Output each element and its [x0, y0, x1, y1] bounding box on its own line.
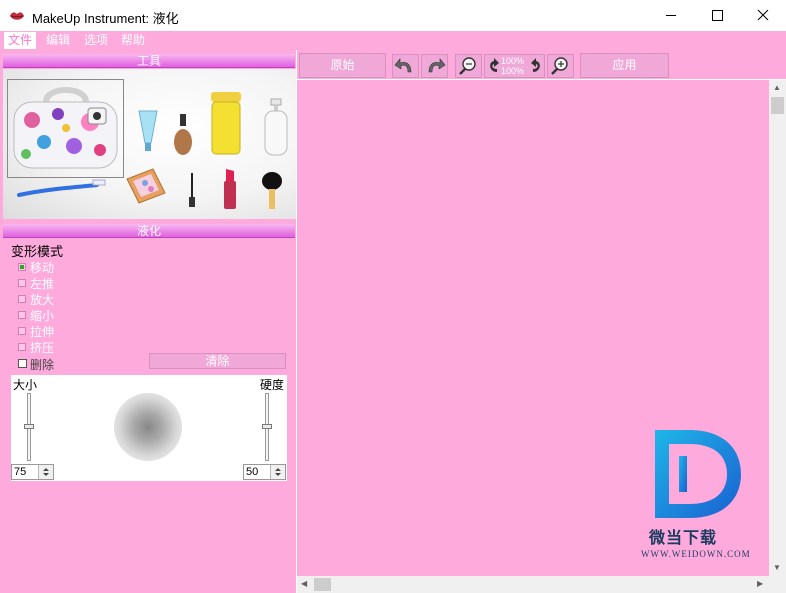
rotate-left-icon: [490, 58, 499, 72]
menu-bar: 文件 编辑 选项 帮助: [0, 31, 786, 50]
redo-icon: [428, 58, 446, 73]
watermark-text: 微当下载: [649, 530, 718, 547]
minimize-icon: [666, 15, 676, 16]
weidown-logo-icon: [655, 430, 741, 518]
redo-button[interactable]: [421, 54, 448, 78]
checkbox-icon: [18, 359, 27, 368]
zoom-in-button[interactable]: [547, 54, 574, 78]
size-spinbox[interactable]: 75: [11, 464, 54, 480]
lotion-bottle-tool[interactable]: [259, 97, 293, 157]
cosmetic-bag-icon: [13, 87, 118, 169]
scrollbar-corner: [769, 576, 786, 593]
undo-icon: [394, 58, 412, 73]
apply-button[interactable]: 应用: [580, 53, 669, 78]
watermark-logo: 微当下载 WWW.WEIDOWN.COM: [641, 424, 761, 564]
cream-tube-tool[interactable]: [135, 109, 161, 153]
hardness-slider-thumb[interactable]: [262, 424, 272, 429]
menu-options[interactable]: 选项: [80, 32, 112, 49]
spin-arrows-icon[interactable]: [38, 465, 53, 479]
cosmetic-bag-tool[interactable]: [7, 79, 124, 178]
liquify-header: 液化: [3, 224, 295, 238]
radio-icon: [18, 311, 26, 319]
makeup-brush-tool[interactable]: [259, 171, 285, 211]
zoom-reset-button[interactable]: 100% 100%: [484, 54, 545, 78]
menu-file[interactable]: 文件: [4, 32, 37, 49]
horizontal-scrollbar[interactable]: ◀ ▶: [297, 576, 769, 593]
vertical-scrollbar[interactable]: ▲ ▼: [769, 80, 786, 576]
watermark-url: WWW.WEIDOWN.COM: [641, 549, 751, 559]
radio-icon: [18, 295, 26, 303]
size-slider-thumb[interactable]: [24, 424, 34, 429]
radio-icon: [18, 279, 26, 287]
maximize-icon: [712, 10, 723, 21]
foundation-bottle-tool[interactable]: [173, 112, 193, 156]
menu-help[interactable]: 帮助: [117, 32, 149, 49]
undo-button[interactable]: [392, 54, 419, 78]
scroll-left-icon[interactable]: ◀: [301, 580, 307, 588]
scroll-up-icon[interactable]: ▲: [773, 84, 781, 92]
spin-arrows-icon[interactable]: [270, 465, 285, 479]
size-slider[interactable]: [24, 393, 34, 461]
radio-checked-icon: [18, 263, 26, 271]
zoom-in-icon: [551, 57, 568, 75]
maximize-button[interactable]: [694, 0, 740, 31]
toothbrush-tool[interactable]: [17, 179, 109, 199]
vertical-scroll-thumb[interactable]: [771, 97, 784, 114]
close-icon: [757, 9, 769, 21]
hardness-spinbox[interactable]: 50: [243, 464, 286, 480]
original-button[interactable]: 原始: [299, 53, 386, 78]
brush-preview: [114, 393, 182, 461]
zoom-out-button[interactable]: [455, 54, 482, 78]
close-button[interactable]: [740, 0, 786, 31]
title-bar: MakeUp Instrument: 液化: [0, 0, 786, 31]
size-label: 大小: [13, 378, 38, 392]
rotate-right-icon: [531, 58, 540, 72]
canvas-area: 原始 100% 100% 应用 微当下载 WWW.WEIDOWN.COM ▲ ▼…: [297, 50, 786, 593]
horizontal-scroll-thumb[interactable]: [314, 578, 331, 591]
lipstick-tool[interactable]: [222, 167, 238, 211]
brush-settings-panel: 大小 硬度 75 50: [11, 375, 287, 481]
radio-icon: [18, 327, 26, 335]
hardness-slider[interactable]: [262, 393, 272, 461]
menu-edit[interactable]: 编辑: [42, 32, 74, 49]
deform-mode-label: 变形模式: [11, 244, 64, 259]
tools-header: 工具: [3, 54, 295, 68]
minimize-button[interactable]: [648, 0, 694, 31]
cream-jar-tool[interactable]: [209, 90, 243, 156]
scroll-down-icon[interactable]: ▼: [773, 564, 781, 572]
toolbar-divider: [297, 79, 786, 80]
hardness-label: 硬度: [259, 378, 284, 392]
eyeshadow-palette-tool[interactable]: [123, 163, 167, 207]
lips-icon: [10, 12, 24, 20]
scroll-right-icon[interactable]: ▶: [757, 580, 763, 588]
eyeliner-tool[interactable]: [186, 171, 198, 209]
clear-button[interactable]: 清除: [149, 353, 286, 369]
window-title: MakeUp Instrument: 液化: [32, 11, 179, 26]
tools-gallery: [3, 69, 296, 219]
radio-icon: [18, 343, 26, 351]
zoom-out-icon: [459, 57, 476, 75]
